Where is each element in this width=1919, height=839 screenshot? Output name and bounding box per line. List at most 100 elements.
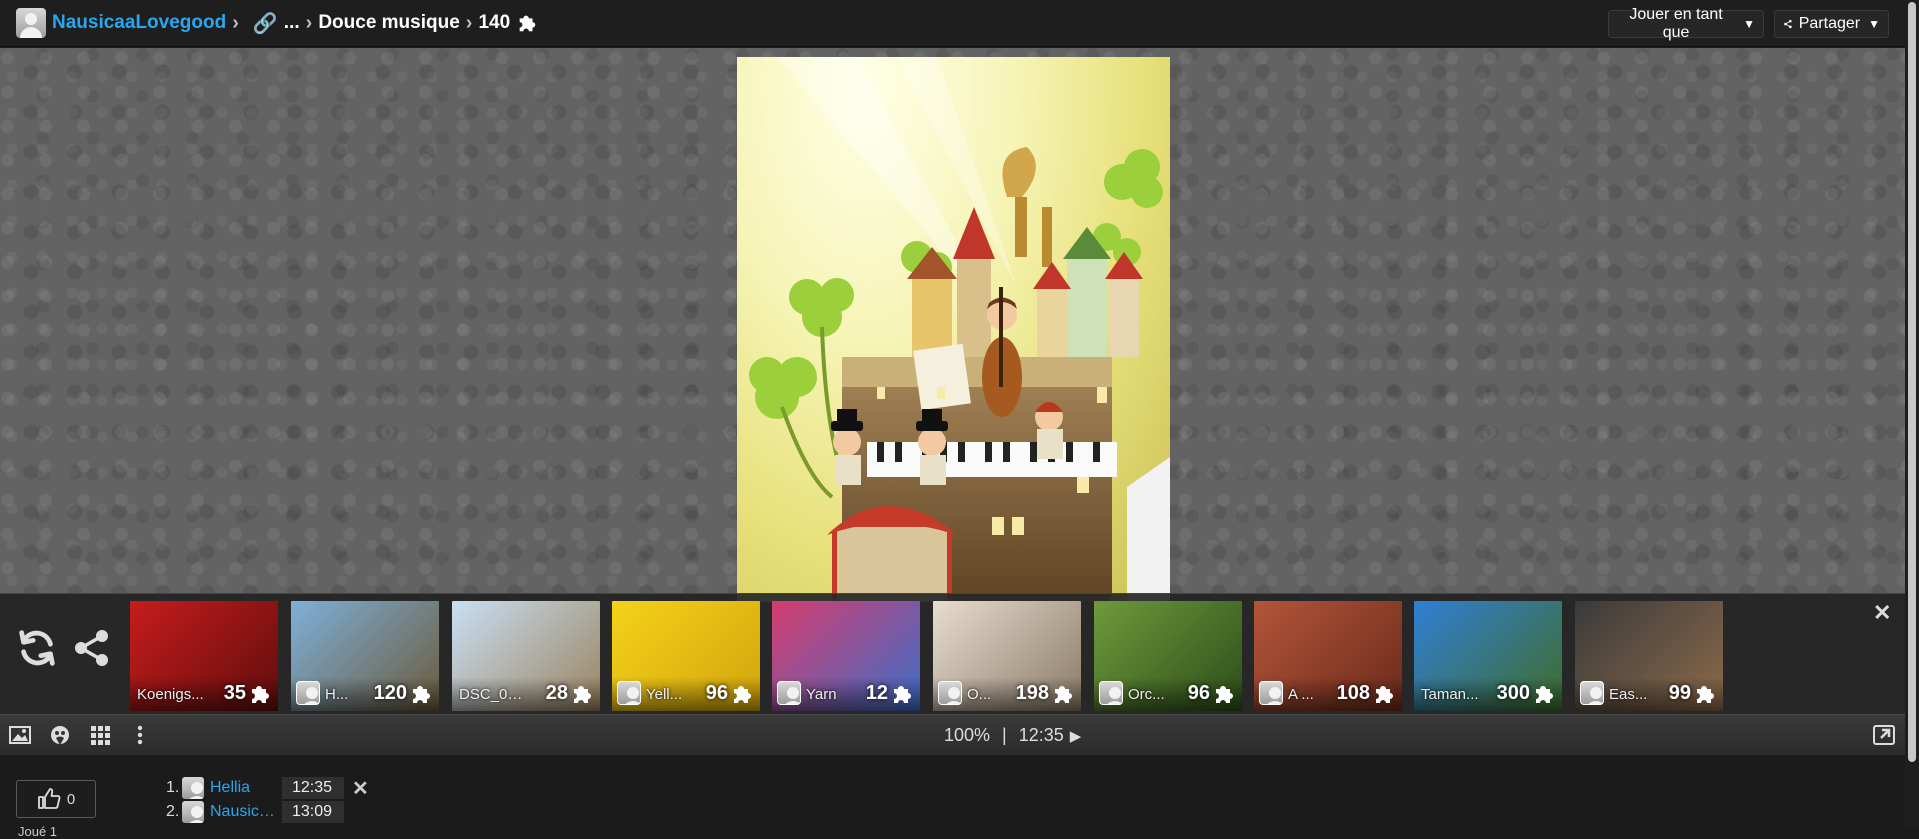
- thumbnail-piece-count: 108: [1336, 682, 1370, 704]
- owner-avatar: [938, 681, 962, 705]
- puzzle-piece-icon: [1051, 682, 1075, 706]
- owner-avatar: [777, 681, 801, 705]
- preview-image-icon[interactable]: [8, 723, 32, 747]
- grid-icon[interactable]: [88, 723, 112, 747]
- thumbnail-title: Yarn: [806, 686, 837, 703]
- chevron-right-icon: ›: [465, 11, 473, 34]
- piece-count: 140: [478, 12, 511, 33]
- puzzle-illustration: [749, 57, 1170, 602]
- more-options-icon[interactable]: [128, 723, 152, 747]
- page-scrollbar[interactable]: [1905, 0, 1919, 830]
- user-avatar[interactable]: [16, 8, 46, 38]
- player-time: 12:35: [282, 777, 344, 799]
- puzzle-piece-icon: [730, 682, 754, 706]
- puzzle-piece-icon: [890, 682, 914, 706]
- player-time: 13:09: [282, 801, 344, 823]
- puzzle-piece-icon: [248, 682, 272, 706]
- divider: |: [1002, 725, 1007, 745]
- puzzle-toolbar: 100% | 12:35 ▶: [0, 714, 1905, 755]
- puzzle-thumbnail[interactable]: A ... 108: [1254, 601, 1402, 711]
- ghost-image-icon[interactable]: [48, 723, 72, 747]
- score-row: 2. Nausica... 13:09: [166, 801, 344, 823]
- caret-down-icon: ▼: [1868, 17, 1880, 31]
- puzzle-piece-icon: [570, 682, 594, 706]
- owner-avatar: [1259, 681, 1283, 705]
- thumbnail-piece-count: 28: [545, 682, 568, 704]
- player-name[interactable]: Hellia: [210, 779, 280, 797]
- owner-avatar: [296, 681, 320, 705]
- chevron-right-icon: ›: [232, 11, 239, 34]
- played-count: Joué 1: [18, 824, 58, 839]
- play-as-dropdown[interactable]: Jouer en tant que ▼: [1608, 6, 1764, 41]
- puzzle-thumbnail[interactable]: O... 198: [933, 601, 1081, 711]
- thumbnail-title: Orc...: [1128, 686, 1165, 703]
- thumbnail-title: A ...: [1288, 686, 1314, 703]
- puzzle-piece-icon: [516, 12, 538, 34]
- share-label: Partager: [1798, 15, 1861, 32]
- top-bar: NausicaaLovegood › 🔗 ... › Douce musique…: [0, 0, 1905, 47]
- puzzle-thumbnail[interactable]: Yarn 12: [772, 601, 920, 711]
- thumbnail-piece-count: 35: [223, 682, 246, 704]
- scrollbar-thumb[interactable]: [1908, 2, 1916, 762]
- timer: 12:35: [1018, 725, 1064, 745]
- thumbnail-piece-count: 198: [1015, 682, 1049, 704]
- thumbnail-piece-count: 96: [705, 682, 728, 704]
- share-dropdown[interactable]: Partager ▼: [1774, 10, 1889, 38]
- puzzle-footer: 0 Joué 1 1. Hellia 12:35 ✕ 2. Nausica... 13:09: [0, 755, 1905, 839]
- thumbnail-piece-count: 120: [373, 682, 407, 704]
- play-icon[interactable]: ▶: [1070, 727, 1082, 745]
- puzzle-thumbnail[interactable]: H... 120: [291, 601, 439, 711]
- puzzle-piece-icon: [1532, 682, 1556, 706]
- puzzle-piece-icon: [1693, 682, 1717, 706]
- refresh-icon[interactable]: [14, 624, 60, 672]
- owner-avatar: [1580, 681, 1604, 705]
- share-icon[interactable]: [72, 628, 112, 668]
- breadcrumb-ellipsis[interactable]: ...: [284, 12, 300, 34]
- link-icon[interactable]: 🔗: [253, 11, 278, 36]
- puzzle-title: Douce musique: [318, 12, 460, 33]
- thumbnail-title: Eas...: [1609, 686, 1648, 703]
- puzzle-thumbnail[interactable]: Koenigs... 35: [130, 601, 278, 711]
- owner-avatar: [617, 681, 641, 705]
- zoom-level: 100%: [944, 725, 991, 745]
- play-as-label: Jouer en tant que: [1629, 6, 1723, 41]
- thumbnail-title: DSC_0081: [459, 686, 527, 703]
- puzzle-thumbnail[interactable]: Eas... 99: [1575, 601, 1723, 711]
- score-rank: 2.: [166, 803, 180, 820]
- chevron-right-icon: ›: [305, 11, 313, 34]
- score-row: 1. Hellia 12:35 ✕: [166, 776, 369, 801]
- puzzle-thumbnail[interactable]: Yell... 96: [612, 601, 760, 711]
- player-name[interactable]: Nausica...: [210, 803, 280, 821]
- thumbs-up-icon: [37, 788, 61, 809]
- thumbnail-title: O...: [967, 686, 992, 703]
- thumbnail-title: H...: [325, 686, 349, 703]
- thumbnail-title: Yell...: [646, 686, 683, 703]
- thumbnail-title: Taman...: [1421, 686, 1479, 703]
- puzzle-piece-icon: [1212, 682, 1236, 706]
- puzzle-piece-icon: [1372, 682, 1396, 706]
- zoom-timer-readout: 100% | 12:35 ▶: [944, 725, 1081, 746]
- puzzle-thumbnail[interactable]: Taman... 300: [1414, 601, 1562, 711]
- thumbnail-piece-count: 300: [1496, 682, 1530, 704]
- puzzle-image[interactable]: [737, 57, 1170, 602]
- puzzle-thumbnail[interactable]: DSC_0081 28: [452, 601, 600, 711]
- like-button[interactable]: 0: [16, 780, 96, 818]
- thumbnail-piece-count: 96: [1187, 682, 1210, 704]
- puzzle-thumbnail[interactable]: Orc... 96: [1094, 601, 1242, 711]
- close-icon[interactable]: ✕: [1873, 600, 1891, 626]
- related-puzzles-strip: Koenigs... 35 H... 120 DSC_0081 28 Yell... 96 Ya…: [0, 593, 1905, 714]
- like-count: 0: [66, 790, 76, 808]
- share-icon: [1784, 19, 1792, 29]
- thumbnail-title: Koenigs...: [137, 686, 204, 703]
- remove-score-icon[interactable]: ✕: [352, 776, 369, 801]
- score-rank: 1.: [166, 779, 180, 796]
- thumbnail-piece-count: 12: [865, 682, 888, 704]
- breadcrumb-username[interactable]: NausicaaLovegood: [52, 12, 226, 34]
- puzzle-piece-icon: [409, 682, 433, 706]
- player-avatar[interactable]: [182, 801, 204, 823]
- breadcrumb: NausicaaLovegood › 🔗 ... › Douce musique…: [52, 11, 538, 36]
- owner-avatar: [1099, 681, 1123, 705]
- player-avatar[interactable]: [182, 777, 204, 799]
- caret-down-icon: ▼: [1743, 17, 1755, 31]
- fullscreen-icon[interactable]: [1872, 723, 1896, 747]
